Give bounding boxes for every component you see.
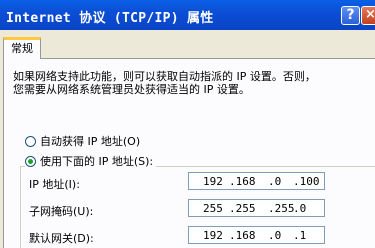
tab-general[interactable]: 常规 bbox=[3, 37, 41, 59]
default-gateway-field[interactable]: 192 .168 .0 .1 bbox=[188, 226, 325, 244]
description-line-1: 如果网络支持此功能，则可以获取自动指派的 IP 设置。否则， bbox=[13, 70, 316, 83]
description-line-2: 您需要从网络系统管理员处获得适当的 IP 设置。 bbox=[13, 83, 250, 96]
gateway-octet-1: 192 bbox=[203, 229, 223, 242]
auto-ip-radio[interactable] bbox=[25, 135, 36, 147]
gateway-octet-4: .1 bbox=[293, 229, 307, 242]
subnet-octet-2: .255 bbox=[229, 202, 256, 215]
help-button[interactable]: ? bbox=[341, 6, 360, 25]
gateway-octet-3: .0 bbox=[268, 229, 282, 242]
gateway-octet-2: .168 bbox=[229, 229, 256, 242]
title-bar[interactable]: Internet 协议 (TCP/IP) 属性 ? × bbox=[0, 0, 375, 30]
close-button[interactable]: × bbox=[361, 6, 375, 25]
auto-ip-radio-row[interactable]: 自动获得 IP 地址(O) bbox=[25, 133, 140, 149]
ip-octet-3: .0 bbox=[268, 175, 282, 188]
subnet-mask-label: 子网掩码(U): bbox=[29, 205, 94, 218]
subnet-octet-1: 255 bbox=[203, 202, 223, 215]
manual-ip-radio-row[interactable]: 使用下面的 IP 地址(S): bbox=[25, 153, 157, 169]
ip-address-field[interactable]: 192 .168 .0 .100 bbox=[188, 172, 325, 190]
subnet-mask-field[interactable]: 255 .255 .255 .0 bbox=[188, 199, 325, 217]
manual-ip-radio[interactable] bbox=[25, 155, 36, 167]
subnet-octet-3: .255 bbox=[268, 202, 295, 215]
auto-ip-label[interactable]: 自动获得 IP 地址(O) bbox=[40, 133, 140, 149]
default-gateway-label: 默认网关(D): bbox=[29, 232, 94, 245]
ip-octet-2: .168 bbox=[229, 175, 256, 188]
subnet-octet-4: .0 bbox=[293, 202, 307, 215]
description-text: 如果网络支持此功能，则可以获取自动指派的 IP 设置。否则， 您需要从网络系统管… bbox=[13, 70, 368, 96]
ip-address-label: IP 地址(I): bbox=[29, 178, 80, 191]
manual-ip-label[interactable]: 使用下面的 IP 地址(S): bbox=[40, 153, 153, 169]
ip-octet-1: 192 bbox=[203, 175, 223, 188]
ip-octet-4: .100 bbox=[293, 175, 320, 188]
window-title: Internet 协议 (TCP/IP) 属性 bbox=[6, 11, 214, 26]
